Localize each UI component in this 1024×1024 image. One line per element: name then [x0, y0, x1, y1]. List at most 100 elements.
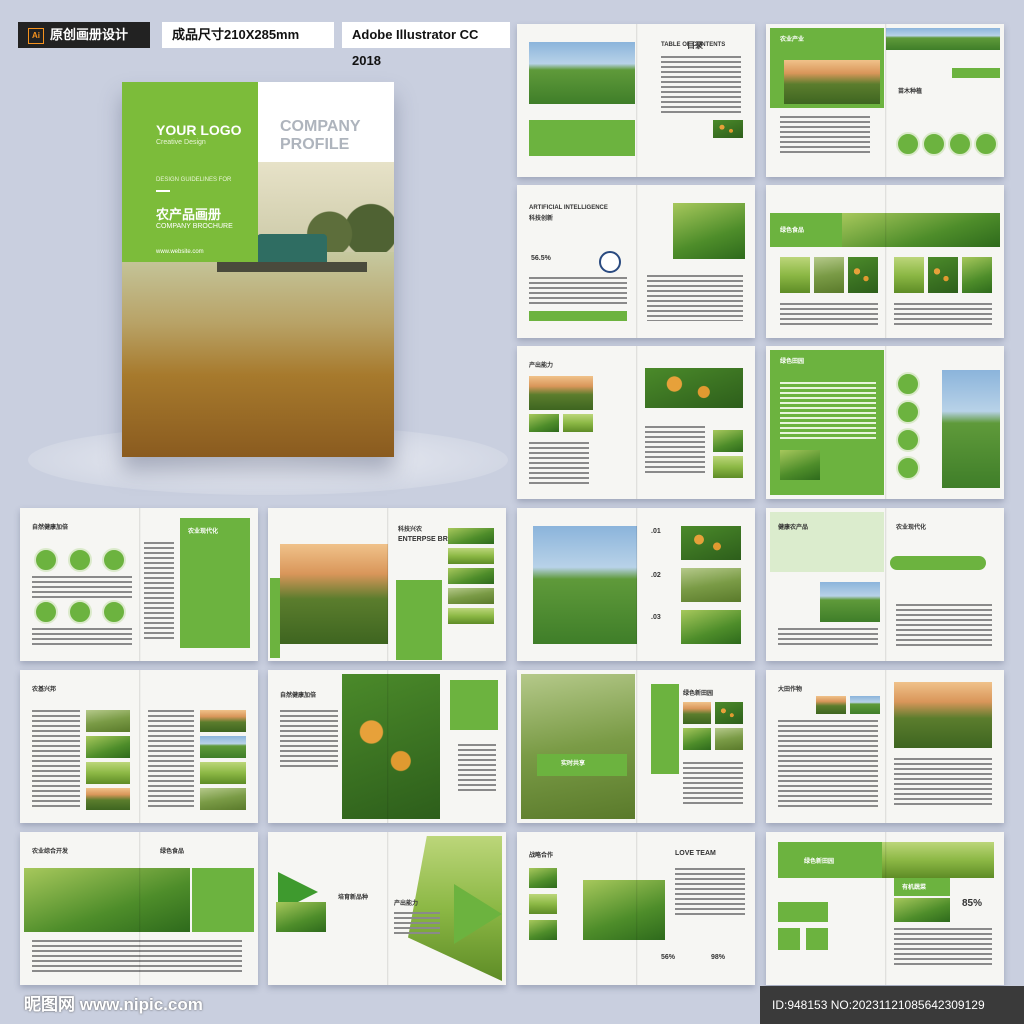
spread-image — [942, 370, 1000, 488]
spread-image — [715, 728, 743, 750]
stat-56: 56% — [661, 954, 676, 961]
circle-icon — [102, 600, 126, 624]
spread-image — [820, 582, 880, 622]
spread-output: 产出能力 — [517, 346, 755, 499]
spread-title: 产出能力 — [529, 363, 554, 369]
spread-image — [280, 544, 388, 644]
stat-98: 98% — [711, 954, 726, 961]
spread-image — [894, 898, 950, 922]
spread-title: 绿色新田园 — [804, 859, 835, 865]
cover-company-line2: PROFILE — [280, 136, 350, 153]
spread-organic: 绿色新田园 有机蔬菜 85% — [766, 832, 1004, 985]
cover-logo: YOUR LOGO — [156, 122, 242, 138]
spread-image — [86, 762, 130, 784]
circle-icon — [34, 548, 58, 572]
cover-green-panel — [122, 82, 258, 262]
spread-title-2: 苗木种植 — [898, 89, 923, 95]
spread-image — [681, 610, 741, 644]
green-block — [180, 518, 250, 648]
spread-image — [780, 450, 820, 480]
spread-title: 自然健康加倍 — [280, 693, 317, 699]
spread-green-food: 绿色食品 — [766, 185, 1004, 338]
circle-icon — [34, 600, 58, 624]
spread-image — [681, 526, 741, 560]
green-block — [450, 680, 498, 730]
text-lines — [778, 720, 878, 810]
text-lines — [280, 710, 338, 770]
spread-image — [521, 674, 635, 819]
circle-icon — [896, 456, 920, 480]
spread-image — [882, 842, 994, 878]
text-lines — [458, 744, 496, 794]
spread-title: 战略合作 — [529, 853, 554, 859]
green-block — [778, 928, 800, 950]
text-lines — [896, 604, 992, 648]
circle-icon — [922, 132, 946, 156]
text-lines — [780, 303, 878, 325]
spread-image — [529, 414, 559, 432]
spread-healthy-products: 健康农产品 农业现代化 — [766, 508, 1004, 661]
spread-image — [645, 368, 743, 408]
text-lines — [529, 442, 589, 486]
banner-title: 实时共享 — [561, 761, 586, 767]
circle-icon — [599, 251, 621, 273]
spread-green-field: 绿色田园 — [766, 346, 1004, 499]
circle-icon — [896, 132, 920, 156]
spread-natural-health: 自然健康加倍 农业现代化 — [20, 508, 258, 661]
toc-title: 目录 — [687, 41, 703, 50]
green-block — [396, 580, 442, 660]
circle-icon — [896, 372, 920, 396]
spread-image — [583, 880, 665, 940]
spread-field-crops: 大田作物 — [766, 670, 1004, 823]
number-01: .01 — [651, 528, 661, 535]
spread-image — [200, 736, 246, 758]
circle-icon — [948, 132, 972, 156]
spread-title-cn: 科技创新 — [529, 216, 554, 222]
spread-cooperation: 战略合作 LOVE TEAM 56% 98% — [517, 832, 755, 985]
spread-image — [814, 257, 844, 293]
spread-image — [86, 736, 130, 758]
text-lines — [661, 56, 741, 116]
spread-image — [928, 257, 958, 293]
light-block — [770, 512, 884, 572]
spread-title: 科技兴农 — [398, 527, 423, 533]
spread-image — [529, 920, 557, 940]
spread-image — [24, 868, 190, 932]
text-lines — [32, 576, 132, 598]
text-lines — [148, 710, 194, 810]
text-lines — [683, 762, 743, 806]
spread-image — [886, 28, 1000, 50]
green-block — [192, 868, 254, 932]
spread-title: 绿色新田园 — [683, 691, 714, 697]
spread-title-2: LOVE TEAM — [675, 850, 716, 857]
spread-image — [780, 257, 810, 293]
circle-icon — [974, 132, 998, 156]
spread-image — [533, 526, 637, 644]
text-lines — [32, 628, 132, 648]
text-lines — [780, 382, 876, 442]
spread-image — [962, 257, 992, 293]
spread-image — [200, 788, 246, 810]
stat-85: 85% — [962, 898, 983, 909]
circle-icon — [68, 600, 92, 624]
spread-title-2: 农业现代化 — [896, 525, 927, 531]
text-lines — [144, 542, 174, 642]
spread-image — [448, 548, 494, 564]
tag-size: 成品尺寸210X285mm — [162, 22, 334, 48]
spread-image — [850, 696, 880, 714]
green-block — [890, 556, 986, 570]
number-03: .03 — [651, 614, 661, 621]
spread-image — [448, 608, 494, 624]
text-lines — [894, 758, 992, 808]
spread-image — [848, 257, 878, 293]
spread-image — [276, 902, 326, 932]
cover-harvester — [217, 234, 367, 272]
text-lines — [394, 912, 440, 936]
text-lines — [894, 303, 992, 325]
spread-image — [200, 710, 246, 732]
text-lines — [894, 928, 992, 968]
cover-company-line1: COMPANY — [280, 118, 361, 135]
green-block — [778, 902, 828, 922]
spread-image — [683, 728, 711, 750]
text-lines — [529, 277, 627, 305]
